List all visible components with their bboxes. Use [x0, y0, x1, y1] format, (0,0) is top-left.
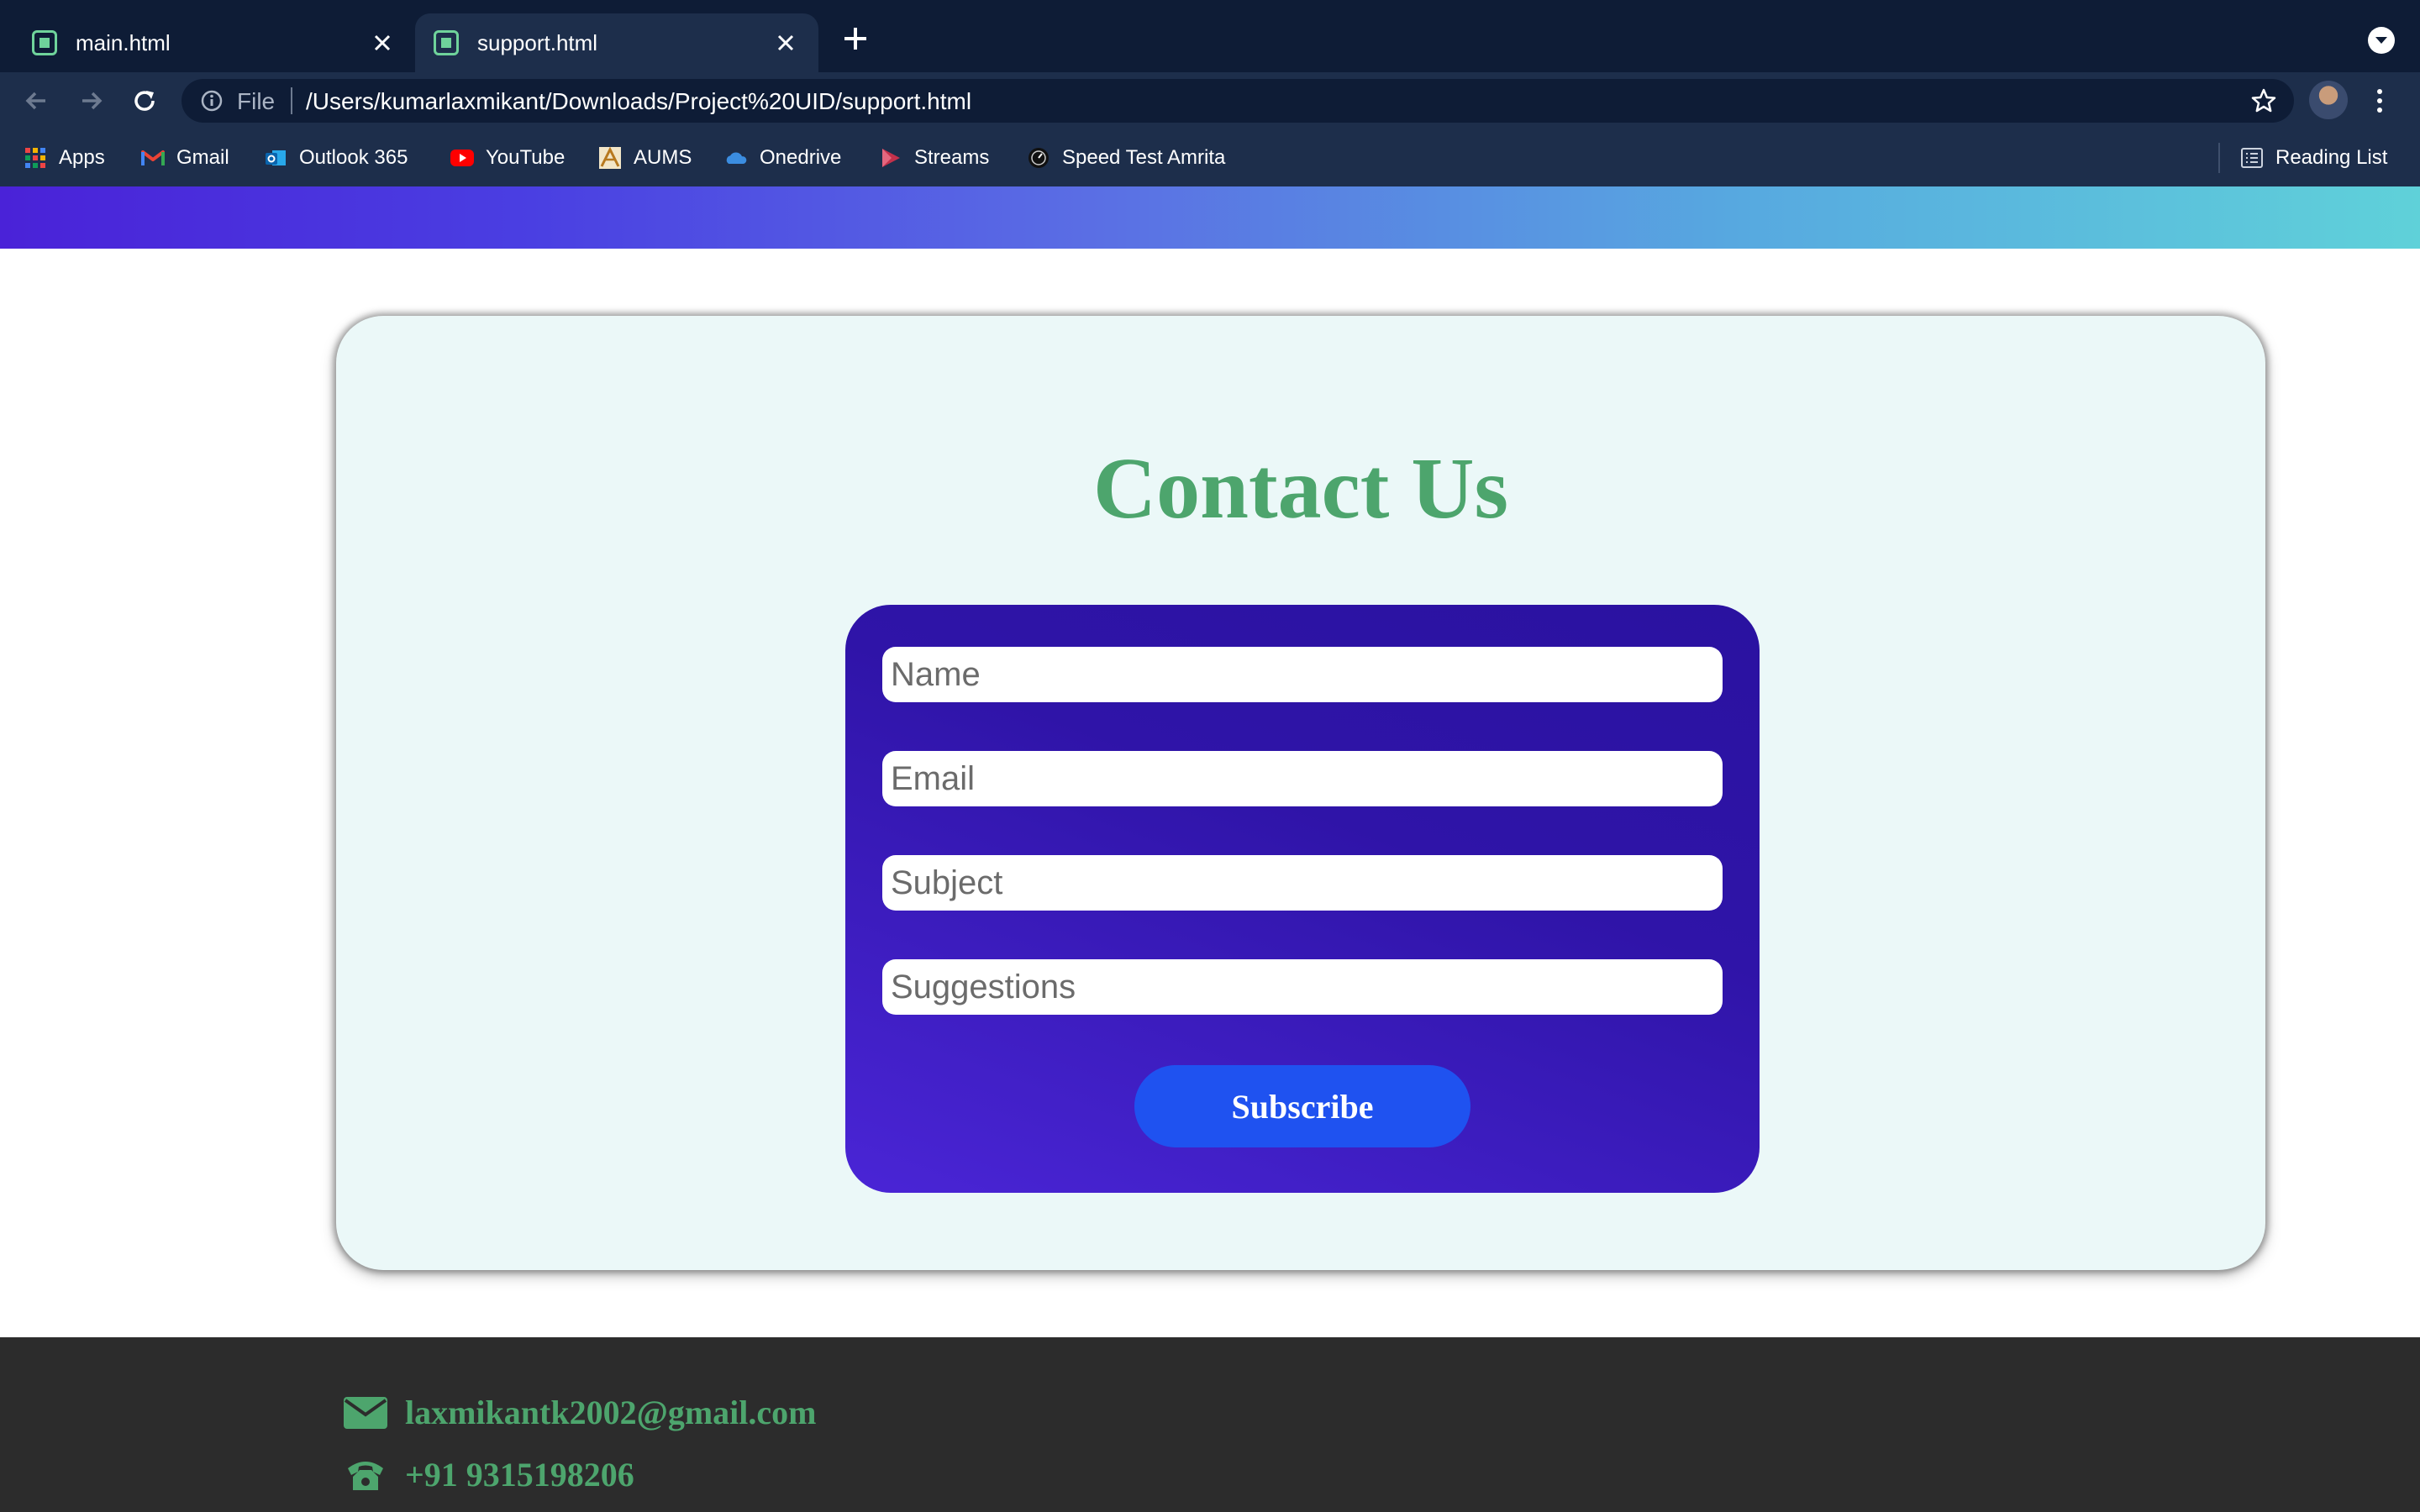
bookmark-gmail[interactable]: Gmail — [141, 144, 229, 171]
browser-toolbar: File /Users/kumarlaxmikant/Downloads/Pro… — [0, 72, 2420, 129]
bookmark-label: AUMS — [634, 146, 692, 169]
url-text[interactable]: /Users/kumarlaxmikant/Downloads/Project%… — [306, 88, 971, 115]
bookmark-label: Gmail — [176, 146, 229, 169]
new-tab-plus-icon[interactable] — [840, 24, 871, 54]
page-favicon-icon — [434, 30, 459, 55]
reading-list-icon — [2240, 146, 2264, 170]
onedrive-icon — [724, 146, 748, 170]
bookmark-apps[interactable]: Apps — [24, 144, 105, 171]
speedtest-icon — [1027, 146, 1050, 170]
suggestions-field[interactable] — [882, 959, 1723, 1015]
reading-list-button[interactable]: Reading List — [2240, 144, 2387, 171]
page-favicon-icon — [32, 30, 57, 55]
tab-search-chevron-icon[interactable] — [2368, 27, 2395, 54]
bookmark-onedrive[interactable]: Onedrive — [724, 144, 841, 171]
gmail-icon — [141, 146, 165, 170]
back-arrow-icon[interactable] — [20, 84, 54, 118]
outlook-icon — [264, 146, 287, 170]
subscribe-button[interactable]: Subscribe — [1134, 1065, 1470, 1147]
footer-email-text: laxmikantk2002@gmail.com — [405, 1394, 817, 1431]
address-divider — [291, 87, 292, 114]
profile-avatar[interactable] — [2309, 81, 2348, 119]
bookmark-label: Apps — [59, 146, 105, 169]
subject-field[interactable] — [882, 855, 1723, 911]
bookmark-aums[interactable]: AUMS — [598, 144, 692, 171]
bookmarks-divider — [2218, 143, 2220, 173]
footer-email[interactable]: laxmikantk2002@gmail.com — [343, 1393, 816, 1432]
email-field[interactable] — [882, 751, 1723, 806]
bookmark-streams[interactable]: Streams — [879, 144, 989, 171]
bookmark-label: Onedrive — [760, 146, 842, 169]
bookmark-label: Streams — [914, 146, 990, 169]
bookmark-outlook[interactable]: Outlook 365 — [264, 144, 408, 171]
bookmark-label: YouTube — [486, 146, 566, 169]
site-info-icon[interactable] — [200, 89, 224, 113]
address-bar[interactable]: File /Users/kumarlaxmikant/Downloads/Pro… — [182, 79, 2294, 123]
footer-phone[interactable]: +91 9315198206 — [343, 1455, 634, 1494]
page-footer: laxmikantk2002@gmail.com +91 9315198206 — [0, 1337, 2420, 1512]
browser-tab-strip: main.html support.html — [0, 0, 2420, 72]
bookmarks-bar: Apps Gmail Outlook 365 YouTube AUMS Oned… — [0, 129, 2420, 186]
contact-card: Contact Us Subscribe — [336, 316, 2265, 1270]
bookmark-youtube[interactable]: YouTube — [450, 144, 565, 171]
streams-icon — [879, 146, 902, 170]
bookmark-label: Outlook 365 — [299, 146, 408, 169]
bookmark-star-icon[interactable] — [2250, 87, 2277, 114]
apps-grid-icon — [24, 146, 47, 170]
bookmark-label: Speed Test Amrita — [1062, 146, 1226, 169]
contact-form: Subscribe — [845, 605, 1760, 1193]
telephone-icon — [343, 1457, 388, 1494]
footer-phone-text: +91 9315198206 — [405, 1456, 634, 1494]
tab-support[interactable]: support.html — [415, 13, 818, 72]
close-tab-icon[interactable] — [771, 29, 800, 57]
page-title: Contact Us — [1093, 440, 1508, 537]
tab-title: main.html — [76, 29, 171, 55]
reading-list-label: Reading List — [2275, 146, 2388, 169]
bookmark-speedtest[interactable]: Speed Test Amrita — [1027, 144, 1225, 171]
header-gradient-band — [0, 186, 2420, 249]
tab-main[interactable]: main.html — [0, 13, 415, 72]
more-menu-icon[interactable] — [2371, 84, 2388, 118]
envelope-icon — [343, 1394, 388, 1431]
reload-icon[interactable] — [128, 84, 161, 118]
forward-arrow-icon[interactable] — [74, 84, 108, 118]
youtube-icon — [450, 146, 474, 170]
close-tab-icon[interactable] — [368, 29, 397, 57]
tab-title: support.html — [477, 29, 598, 55]
url-scheme-label: File — [237, 88, 276, 114]
aums-icon — [598, 146, 622, 170]
name-field[interactable] — [882, 647, 1723, 702]
